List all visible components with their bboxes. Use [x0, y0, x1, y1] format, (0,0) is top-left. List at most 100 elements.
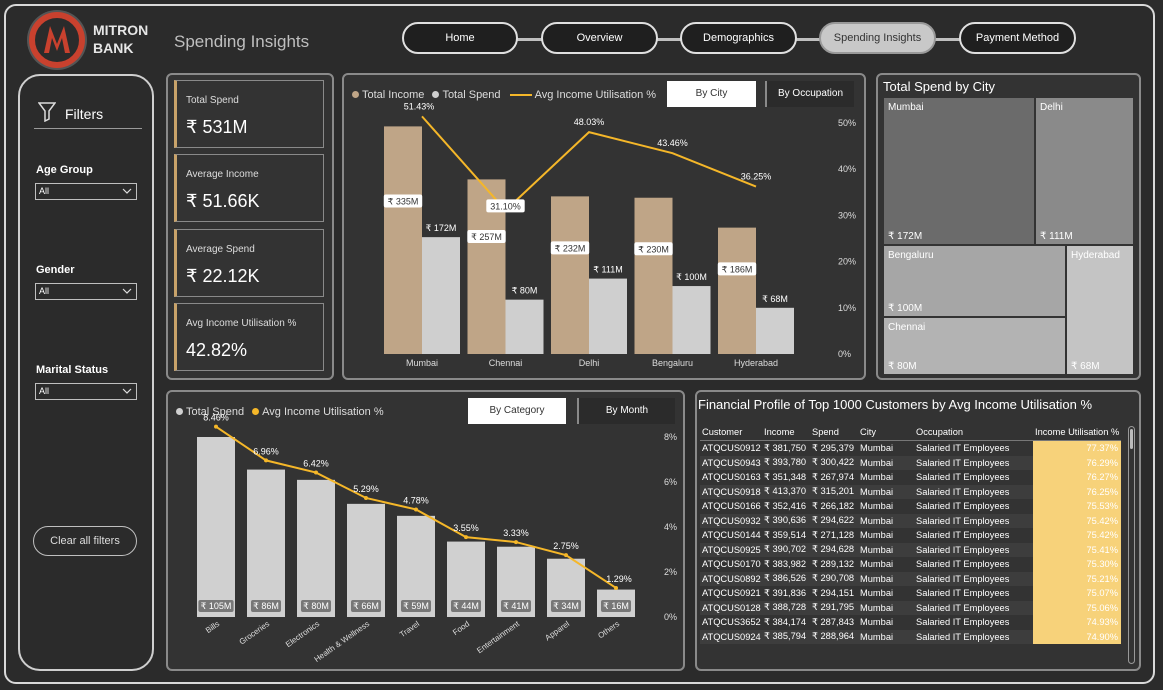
col-occupation[interactable]: Occupation — [914, 424, 1033, 441]
nav-demographics[interactable]: Demographics — [680, 22, 797, 54]
utilisation-data-label: 1.29% — [606, 574, 632, 584]
nav-payment-method[interactable]: Payment Method — [959, 22, 1076, 54]
table-cell: ₹ 291,795 — [810, 600, 858, 615]
bank-logo — [29, 12, 85, 68]
kpi-average-spend: Average Spend ₹ 22.12K — [174, 229, 324, 297]
col-income-utilisation[interactable]: Income Utilisation % — [1033, 424, 1121, 441]
table-cell: ATQCUS0921 — [702, 588, 761, 599]
table-cell: ₹ 267,974 — [812, 471, 855, 482]
filters-divider — [34, 128, 142, 129]
nav-spending-insights[interactable]: Spending Insights — [819, 22, 936, 54]
x-tick-label: Chennai — [489, 358, 523, 368]
table-row[interactable]: ATQCUS0144 ₹ 359,514 ₹ 271,128 Mumbai Salari… — [700, 528, 1121, 543]
spend-data-label: ₹ 66M — [353, 601, 379, 611]
treemap-cell-mumbai[interactable]: Mumbai ₹ 172M — [883, 97, 1035, 245]
marital-status-select[interactable]: All — [35, 383, 137, 400]
col-city[interactable]: City — [858, 424, 914, 441]
table-row[interactable]: ATQCUS0918 ₹ 413,370 ₹ 315,201 Mumbai Salari… — [700, 484, 1121, 499]
spend-bar — [297, 479, 335, 617]
utilisation-data-label: 3.55% — [453, 523, 479, 533]
y2-tick-label: 10% — [838, 303, 856, 313]
spend-bar — [505, 299, 544, 354]
utilisation-cell: 76.25% — [1033, 484, 1121, 499]
kpi-average-income: Average Income ₹ 51.66K — [174, 154, 324, 222]
income-data-label: ₹ 232M — [555, 243, 586, 253]
table-cell: Salaried IT Employees — [914, 542, 1033, 557]
x-tick-label: Travel — [398, 619, 421, 639]
y2-tick-label: 8% — [664, 432, 677, 442]
table-cell: Salaried IT Employees — [914, 484, 1033, 499]
table-row[interactable]: ATQCUS0166 ₹ 352,416 ₹ 266,182 Mumbai Salari… — [700, 499, 1121, 514]
gender-select[interactable]: All — [35, 283, 137, 300]
x-tick-label: Health & Wellness — [313, 619, 372, 664]
brand-name: MITRON BANK — [93, 22, 149, 56]
table-cell: ₹ 315,201 — [810, 484, 858, 499]
table-row[interactable]: ATQCUS0924 ₹ 385,794 ₹ 288,964 Mumbai Salari… — [700, 629, 1121, 644]
utilisation-point — [214, 424, 218, 429]
spend-data-label: ₹ 100M — [676, 272, 707, 282]
table-row[interactable]: ATQCUS0892 ₹ 386,526 ₹ 290,708 Mumbai Salari… — [700, 571, 1121, 586]
table-cell: ATQCUS0932 — [700, 513, 762, 528]
table-cell: ₹ 385,794 — [762, 629, 810, 644]
table-cell: Mumbai — [858, 571, 914, 586]
utilisation-point — [264, 458, 268, 463]
table-cell: Salaried IT Employees — [914, 455, 1033, 470]
utilisation-cell: 75.21% — [1033, 571, 1121, 586]
table-row[interactable]: ATQCUS0932 ₹ 390,636 ₹ 294,622 Mumbai Salari… — [700, 513, 1121, 528]
col-customer[interactable]: Customer — [700, 424, 762, 441]
table-row[interactable]: ATQCUS0163 ₹ 351,348 ₹ 267,974 Mumbai Salari… — [700, 470, 1121, 485]
col-spend[interactable]: Spend — [810, 424, 858, 441]
col-income[interactable]: Income — [762, 424, 810, 441]
clear-filters-button[interactable]: Clear all filters — [33, 526, 137, 556]
spend-bar — [589, 278, 627, 354]
table-cell: Mumbai — [860, 530, 894, 541]
table-cell: ₹ 383,982 — [764, 558, 807, 569]
table-cell: ATQCUS0170 — [702, 559, 761, 570]
table-cell: ₹ 351,348 — [764, 471, 807, 482]
treemap-cell-delhi[interactable]: Delhi ₹ 111M — [1035, 97, 1134, 245]
x-tick-label: Food — [451, 619, 471, 637]
y2-tick-label: 30% — [838, 210, 856, 220]
spend-data-label: ₹ 105M — [201, 601, 232, 611]
table-row[interactable]: ATQCUS0170 ₹ 383,982 ₹ 289,132 Mumbai Salari… — [700, 557, 1121, 572]
table-cell: ATQCUS0163 — [702, 472, 761, 483]
table-cell: ₹ 390,636 — [762, 513, 810, 528]
table-cell: ATQCUS0943 — [700, 455, 762, 470]
spend-data-label: ₹ 86M — [253, 601, 279, 611]
table-row[interactable]: ATQCUS0921 ₹ 391,836 ₹ 294,151 Mumbai Salari… — [700, 586, 1121, 601]
utilisation-data-label: 4.78% — [403, 495, 429, 505]
table-cell: Salaried IT Employees — [916, 472, 1010, 483]
utilisation-cell: 74.93% — [1033, 615, 1121, 630]
table-row[interactable]: ATQCUS0912 ₹ 381,750 ₹ 295,379 Mumbai Salari… — [700, 440, 1121, 456]
city-combo-chart: 0% 10% 20% 30% 40% 50% Mumbai ₹ 335M ₹ 172M Chenn… — [383, 101, 856, 368]
table-row[interactable]: ATQCUS0943 ₹ 393,780 ₹ 300,422 Mumbai Salari… — [700, 455, 1121, 470]
age-group-label: Age Group — [36, 164, 93, 176]
x-tick-label: Bengaluru — [652, 358, 693, 368]
table-row[interactable]: ATQCUS0128 ₹ 388,728 ₹ 291,795 Mumbai Salari… — [700, 600, 1121, 615]
spend-data-label: ₹ 80M — [303, 601, 329, 611]
treemap-cell-bengaluru[interactable]: Bengaluru ₹ 100M — [883, 245, 1066, 317]
table-cell: Salaried IT Employees — [914, 600, 1033, 615]
nav-overview[interactable]: Overview — [541, 22, 658, 54]
utilisation-cell: 75.42% — [1033, 513, 1121, 528]
table-row[interactable]: ATQCUS3652 ₹ 384,174 ₹ 287,843 Mumbai Salari… — [700, 615, 1121, 630]
utilisation-data-label: 31.10% — [490, 201, 521, 211]
table-cell: Salaried IT Employees — [914, 629, 1033, 644]
table-cell: ₹ 391,836 — [764, 587, 807, 598]
utilisation-cell: 75.42% — [1033, 528, 1121, 543]
utilisation-point — [414, 507, 418, 512]
table-cell: ATQCUS0925 — [700, 542, 762, 557]
utilisation-cell: 76.29% — [1033, 455, 1121, 470]
table-scrollbar[interactable] — [1128, 426, 1135, 664]
treemap-cell-chennai[interactable]: Chennai ₹ 80M — [883, 317, 1066, 375]
table-cell: ₹ 359,514 — [764, 529, 807, 540]
income-bar — [718, 227, 756, 354]
nav-home[interactable]: Home — [402, 22, 518, 54]
table-cell: ATQCUS0924 — [700, 629, 762, 644]
filters-title: Filters — [65, 106, 104, 122]
age-group-select[interactable]: All — [35, 183, 137, 200]
table-cell: ₹ 352,416 — [764, 500, 807, 511]
table-cell: Mumbai — [860, 617, 894, 628]
treemap-cell-hyderabad[interactable]: Hyderabad ₹ 68M — [1066, 245, 1134, 375]
table-row[interactable]: ATQCUS0925 ₹ 390,702 ₹ 294,628 Mumbai Salari… — [700, 542, 1121, 557]
